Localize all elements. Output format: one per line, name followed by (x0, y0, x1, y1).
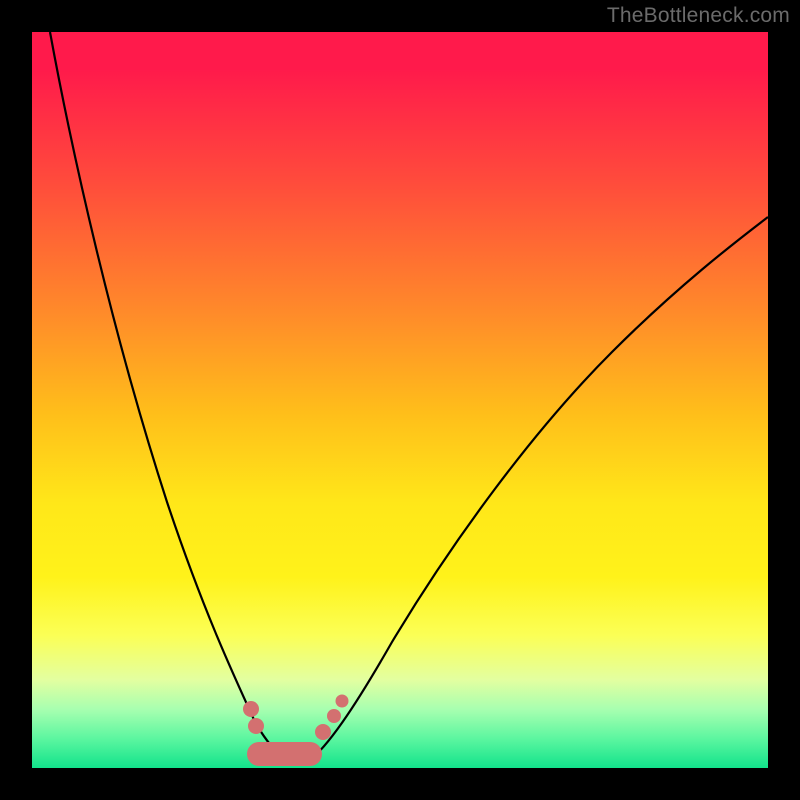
valley-marker-bar (247, 742, 322, 766)
bottleneck-curve-left (50, 32, 287, 762)
chart-frame: TheBottleneck.com (0, 0, 800, 800)
bottleneck-curve-right (308, 217, 768, 762)
marker-dot (315, 724, 331, 740)
curve-layer (32, 32, 768, 768)
marker-dot (248, 718, 264, 734)
plot-area (32, 32, 768, 768)
marker-dot (327, 709, 341, 723)
marker-dot (336, 695, 349, 708)
watermark-text: TheBottleneck.com (607, 4, 790, 28)
marker-dot (243, 701, 259, 717)
